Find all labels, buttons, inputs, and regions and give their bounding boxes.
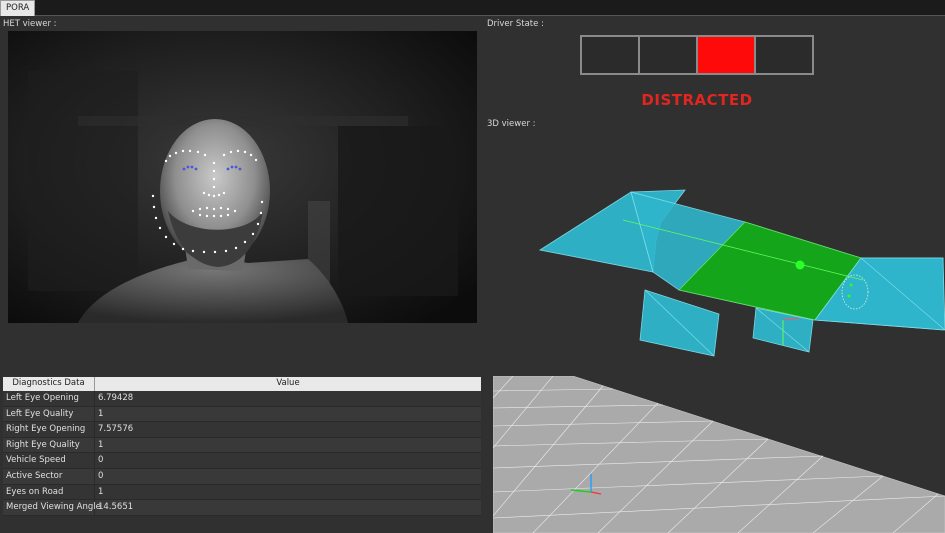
header-value[interactable]: Value bbox=[95, 377, 481, 391]
state-level-2 bbox=[640, 37, 698, 73]
table-row[interactable]: Left Eye Opening 6.79428 bbox=[3, 391, 481, 407]
floor-grid bbox=[492, 375, 945, 533]
het-camera-view bbox=[8, 31, 477, 323]
row-value: 6.79428 bbox=[98, 393, 134, 403]
state-level-1 bbox=[582, 37, 640, 73]
row-value: 14.5651 bbox=[98, 502, 134, 513]
row-value: 0 bbox=[98, 470, 104, 481]
row-value: 1 bbox=[98, 439, 104, 450]
camera-frame bbox=[8, 31, 477, 323]
row-name: Eyes on Road bbox=[3, 484, 95, 500]
table-row[interactable]: Vehicle Speed 0 bbox=[3, 453, 481, 469]
diagnostics-header: Diagnostics Data Value bbox=[3, 377, 481, 391]
sector-model bbox=[538, 189, 945, 357]
table-row[interactable]: Merged Viewing Angle 14.5651 bbox=[3, 500, 481, 516]
tab-pora[interactable]: PORA bbox=[0, 0, 36, 16]
table-row[interactable]: Right Eye Opening 7.57576 bbox=[3, 422, 481, 438]
viewer3d-label: 3D viewer : bbox=[487, 119, 536, 129]
table-row[interactable]: Left Eye Quality 1 bbox=[3, 406, 481, 423]
table-row[interactable]: Eyes on Road 1 bbox=[3, 484, 481, 501]
row-name: Right Eye Opening bbox=[3, 422, 95, 437]
row-value: 0 bbox=[98, 455, 104, 466]
state-level-3-active bbox=[698, 37, 756, 73]
driver-state-status: DISTRACTED bbox=[641, 91, 753, 109]
state-level-4 bbox=[756, 37, 812, 73]
row-name: Active Sector bbox=[3, 468, 95, 484]
row-value: 1 bbox=[98, 408, 104, 419]
table-row[interactable]: Active Sector 0 bbox=[3, 468, 481, 485]
gaze-point bbox=[795, 260, 805, 270]
row-name: Right Eye Quality bbox=[3, 437, 95, 453]
table-row[interactable]: Right Eye Quality 1 bbox=[3, 437, 481, 454]
row-name: Left Eye Quality bbox=[3, 406, 95, 422]
header-diagnostics-data[interactable]: Diagnostics Data bbox=[3, 377, 95, 391]
tab-bar: PORA bbox=[0, 0, 945, 16]
row-value: 1 bbox=[98, 486, 104, 497]
row-name: Left Eye Opening bbox=[3, 391, 95, 406]
row-name: Vehicle Speed bbox=[3, 453, 95, 468]
row-value: 7.57576 bbox=[98, 424, 134, 435]
driver-state-label: Driver State : bbox=[487, 19, 544, 29]
diagnostics-table: Diagnostics Data Value Left Eye Opening … bbox=[3, 377, 481, 516]
het-viewer-label: HET viewer : bbox=[3, 19, 57, 29]
driver-state-indicator bbox=[580, 35, 814, 75]
row-name: Merged Viewing Angle bbox=[3, 500, 101, 515]
